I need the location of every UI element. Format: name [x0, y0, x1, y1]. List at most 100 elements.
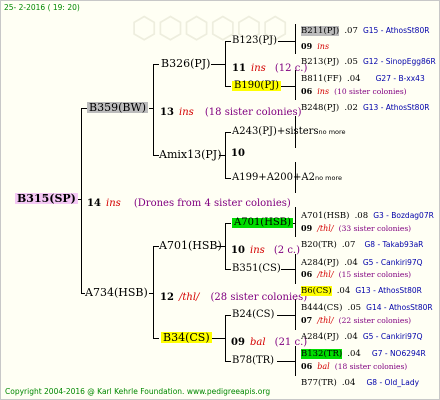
queen-b190[interactable]: B190(PJ)	[232, 81, 281, 91]
b78-sisters: (18 sister colonies)	[334, 362, 408, 371]
footer-copyright[interactable]: Copyright 2004-2016 @ Karl Kehrle Founda…	[5, 388, 270, 396]
amix13-year: 10	[231, 148, 245, 159]
a199-nomore: no more	[314, 174, 342, 182]
g4-queen[interactable]: A284(PJ)	[301, 332, 339, 342]
b190-year: 06	[301, 86, 313, 96]
g4-code: G14 - AthosSt80R	[366, 303, 433, 312]
root-queen[interactable]: B315(SP)	[15, 193, 78, 204]
g4-queen[interactable]: B211(PJ)	[301, 26, 340, 36]
g4-code: G3 - Bozdag07R	[373, 211, 434, 220]
b78-ins: bal	[317, 362, 330, 371]
b359-ins: ins	[179, 107, 194, 118]
b123-ins: ins	[317, 42, 330, 51]
g4-year: .04	[347, 74, 361, 84]
g4-year: .04	[341, 378, 356, 388]
tree-line	[225, 269, 231, 270]
tree-line	[225, 361, 231, 362]
a243-nomore: no more	[318, 128, 346, 136]
g4-year: .07	[341, 240, 356, 250]
b326-info: 11 ins (12 c.)	[232, 58, 307, 74]
tree-line	[225, 178, 231, 179]
g4-queen[interactable]: B77(TR)	[301, 378, 337, 388]
b34-ins: bal	[250, 337, 266, 348]
g4-row: B132(TR) .04 G7 - NO6294R	[301, 343, 426, 359]
a734-sisters: (28 sister colonies)	[210, 292, 308, 303]
queen-b359[interactable]: B359(BW)	[87, 102, 149, 113]
tree-line	[281, 269, 296, 270]
b190-sisters: (10 sister colonies)	[334, 87, 407, 96]
g4-queen[interactable]: B811(FF)	[301, 74, 342, 84]
queen-a243[interactable]: A243(PJ)+sisters	[232, 126, 319, 137]
a734-year: 12	[160, 292, 174, 303]
b24-year: 07	[301, 315, 313, 325]
header-date: 25- 2-2016 ( 19: 20)	[4, 3, 80, 12]
g4-row: B20(TR) .07 G8 - Takab93aR	[301, 234, 423, 250]
g4-row: B248(PJ) .02 G13 - AthosSt80R	[301, 97, 429, 113]
g4-queen[interactable]: B6(CS)	[301, 286, 332, 296]
root-year: 14	[87, 198, 101, 209]
b359-year: 13	[160, 107, 174, 118]
b24-ins: /thl/	[317, 316, 334, 325]
g4-year: .07	[344, 26, 358, 36]
queen-a199[interactable]: A199+A200+A2	[232, 172, 315, 183]
tree-line	[278, 41, 296, 42]
tree-line	[225, 41, 231, 42]
queen-a734[interactable]: A734(HSB)	[85, 287, 148, 298]
g4-queen[interactable]: B248(PJ)	[301, 103, 339, 113]
g4-queen[interactable]: B444(CS)	[301, 303, 342, 313]
g4-queen[interactable]: B213(PJ)	[301, 57, 339, 67]
queen-b78[interactable]: B78(TR)	[232, 356, 274, 366]
tree-line	[295, 70, 296, 100]
g4-year: .04	[344, 258, 358, 268]
g4-code: G13 - AthosSt80R	[355, 286, 422, 295]
g4-code: G8 - Old_Lady	[366, 378, 420, 387]
a701-ins: ins	[250, 245, 265, 256]
tree-line	[153, 64, 154, 156]
g4-code: G15 - AthosSt80R	[362, 26, 430, 35]
tree-line	[295, 207, 296, 237]
queen-b123[interactable]: B123(PJ)	[232, 36, 277, 46]
queen-b351[interactable]: B351(CS)	[232, 264, 281, 274]
g4-queen[interactable]: B20(TR)	[301, 240, 337, 250]
queen-a701b[interactable]: A701(HSB)	[232, 218, 294, 228]
a734-info: 12 /thl/ (28 sister colonies)	[160, 287, 307, 303]
g4-code: G7 - NO6294R	[371, 349, 426, 358]
g4-year: .04	[347, 349, 361, 359]
queen-a701[interactable]: A701(HSB)	[159, 240, 222, 251]
g4-row: B444(CS) .05 G14 - AthosSt80R	[301, 297, 433, 313]
tree-line	[81, 108, 82, 294]
g4-queen[interactable]: B132(TR)	[301, 349, 343, 359]
queen-b326[interactable]: B326(PJ)	[161, 58, 210, 69]
b359-sisters: (18 sister colonies)	[204, 107, 302, 118]
g4-row: B213(PJ) .05 G12 - SinopEgg86R	[301, 51, 436, 67]
g4-code: G27 - B-xx43	[375, 74, 425, 83]
b190-ins: ins	[317, 87, 330, 96]
tree-line	[277, 315, 296, 316]
queen-b34[interactable]: B34(CS)	[161, 332, 212, 343]
tree-line	[153, 338, 159, 339]
a243-info: A243(PJ)+sistersno more	[232, 127, 346, 137]
queen-b24[interactable]: B24(CS)	[232, 310, 274, 320]
g4-row: B211(PJ) .07 G15 - AthosSt80R	[301, 20, 429, 36]
b34-year: 09	[231, 337, 245, 348]
tree-line	[225, 315, 231, 316]
a701b-year: 09	[301, 223, 313, 233]
b24-sisters: (22 sister colonies)	[338, 316, 412, 325]
tree-line	[225, 132, 231, 133]
g4-year: .05	[347, 303, 362, 313]
queen-amix13[interactable]: Amix13(PJ)	[159, 149, 222, 160]
g4-queen[interactable]: A284(PJ)	[301, 258, 339, 268]
g4-queen[interactable]: A701(HSB)	[301, 211, 349, 221]
root-ins: ins	[106, 198, 121, 209]
tree-line	[225, 86, 231, 87]
b123-year: 09	[301, 41, 313, 51]
tree-line	[295, 24, 296, 54]
tree-line	[225, 223, 231, 224]
b34-info: 09 bal (21 c.)	[231, 332, 307, 348]
g4-code: G13 - AthosSt80R	[362, 103, 430, 112]
a199-info: A199+A200+A2no more	[232, 173, 342, 183]
g4-row: A284(PJ) .04 G5 - Cankiri97Q	[301, 326, 423, 342]
g4-row: A284(PJ) .04 G5 - Cankiri97Q	[301, 252, 423, 268]
tree-line	[153, 64, 159, 65]
a701b-sisters: (33 sister colonies)	[338, 224, 412, 233]
